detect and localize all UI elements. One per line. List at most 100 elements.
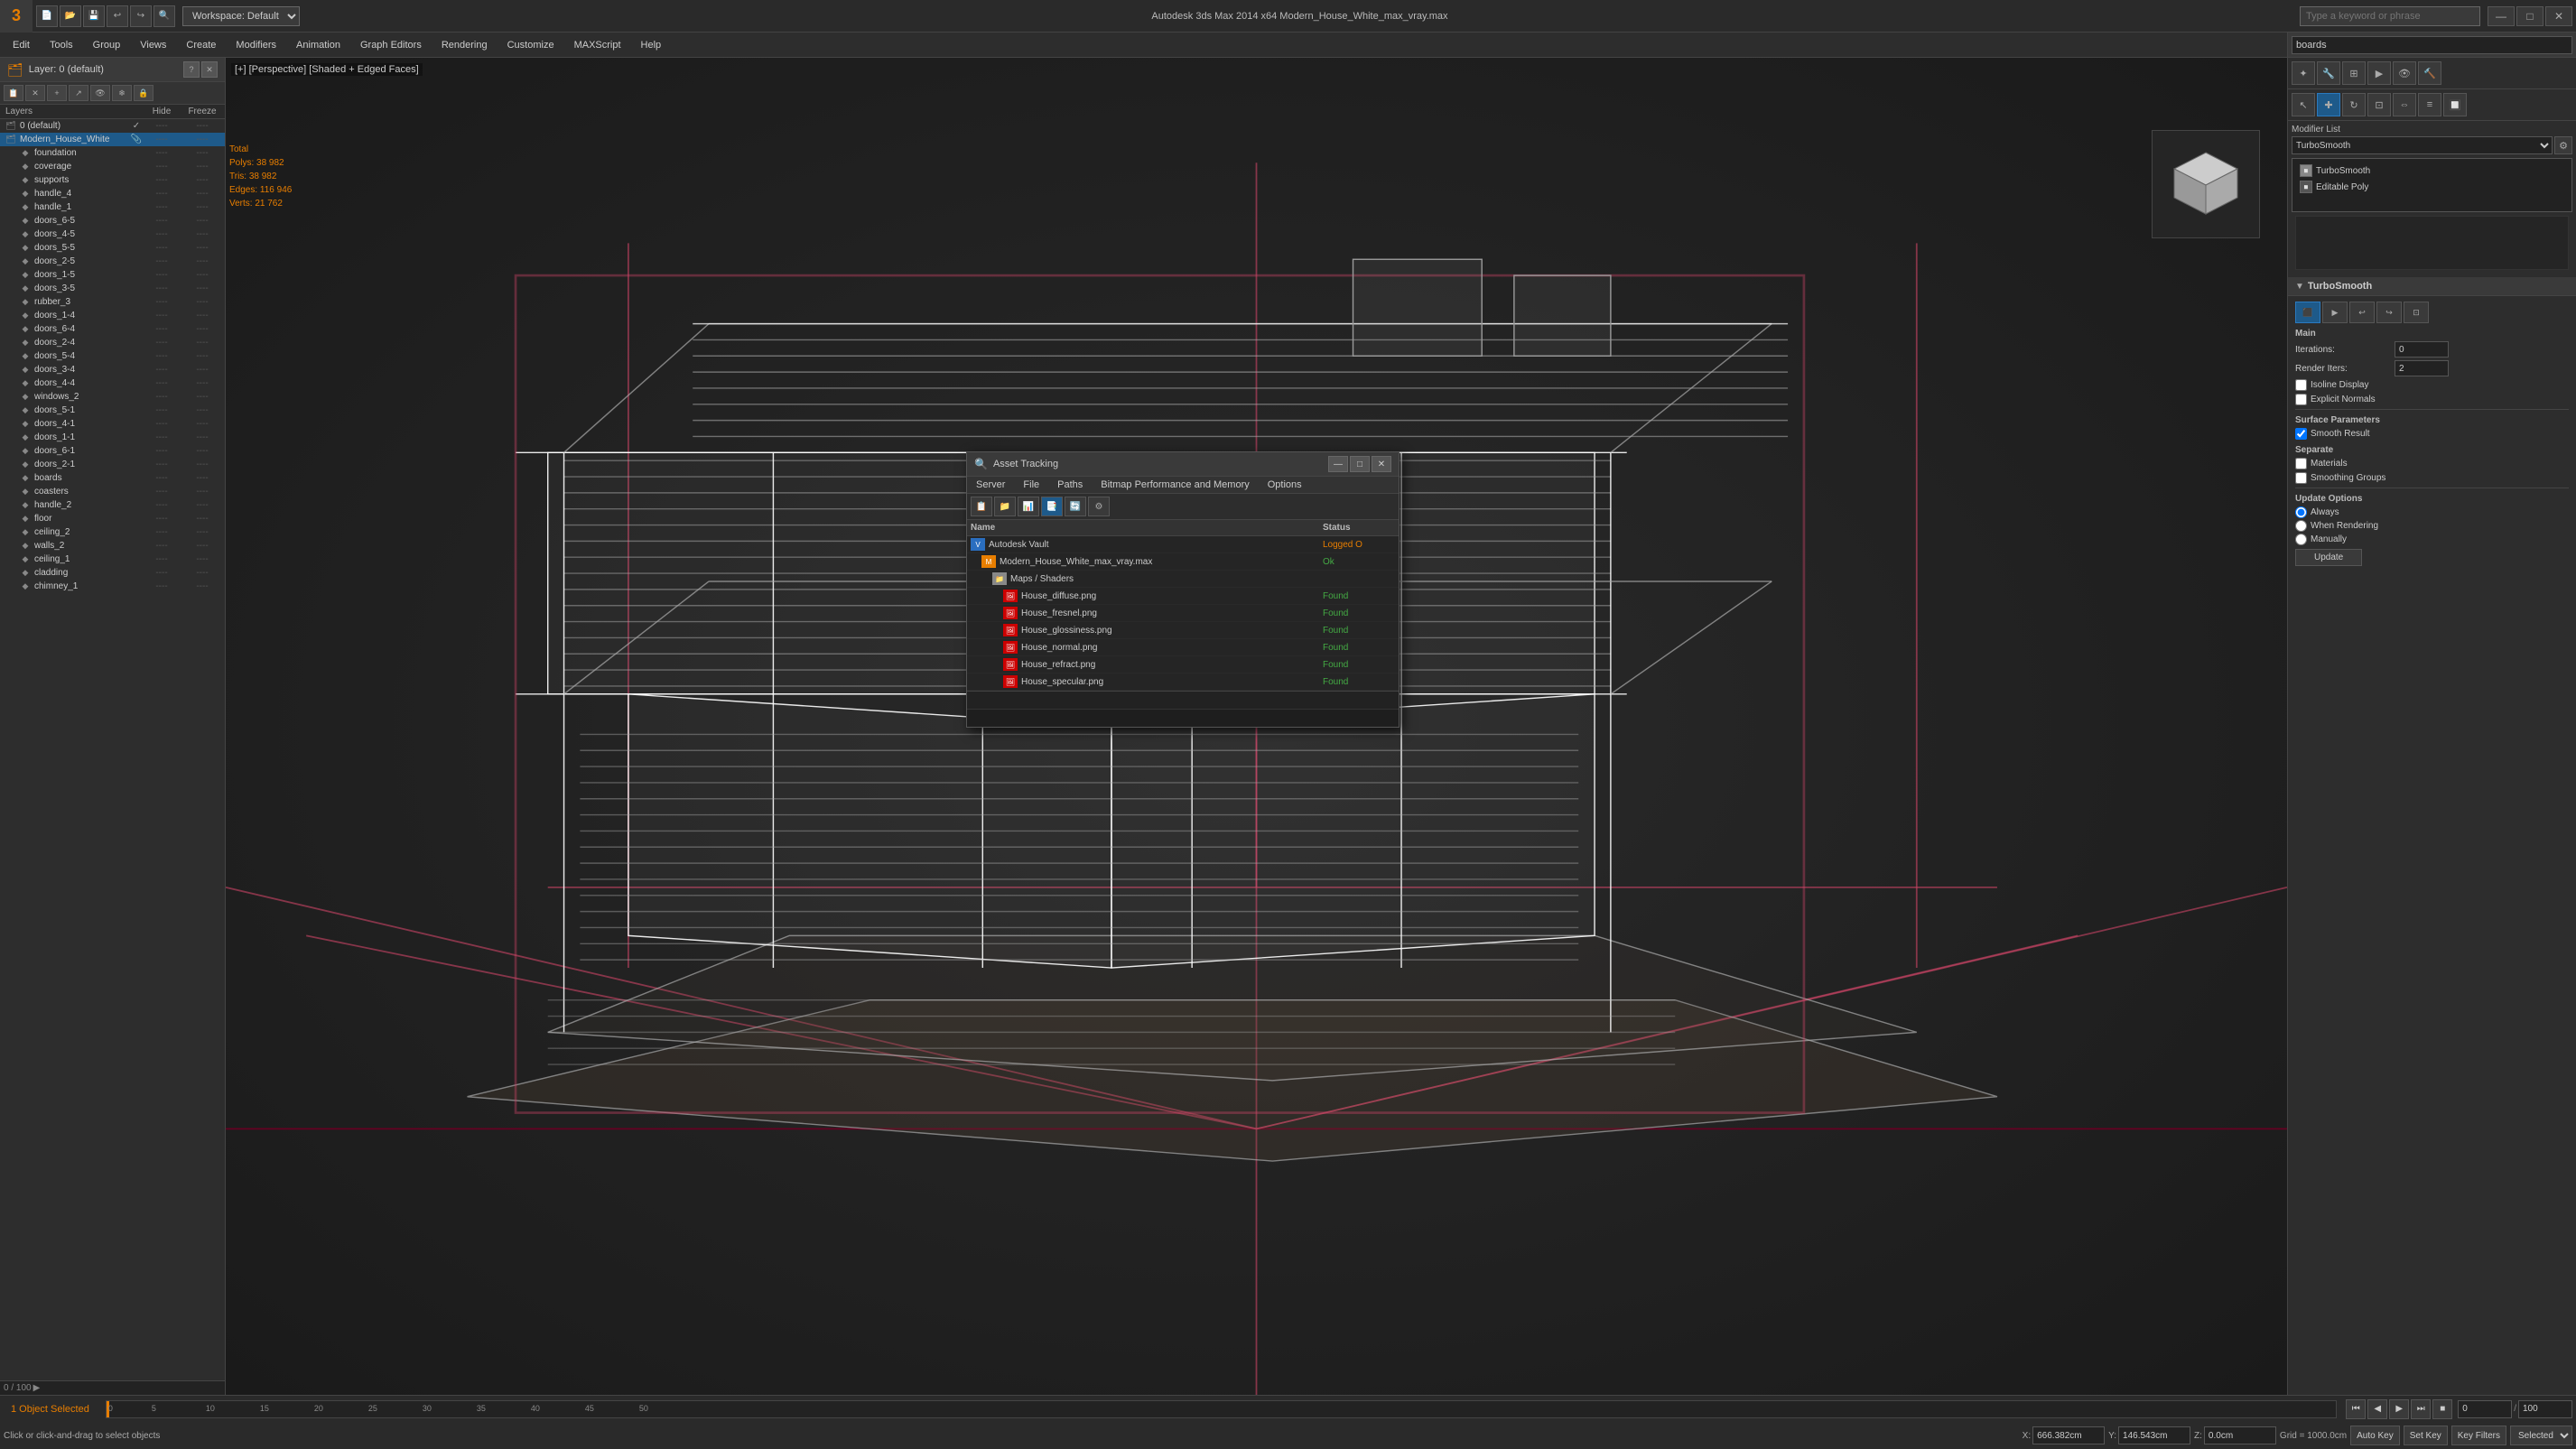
timeline[interactable]: 0 5 10 15 20 25 30 35 40 45 50	[106, 1400, 2337, 1418]
time-end-input[interactable]	[2518, 1400, 2572, 1418]
modifier-dropdown[interactable]: TurboSmooth	[2292, 136, 2553, 154]
delete-layer-btn[interactable]: ✕	[25, 85, 45, 101]
menu-create[interactable]: Create	[177, 37, 225, 53]
layers-scrollbar[interactable]: 0 / 100 ▶	[0, 1380, 225, 1395]
modifier-item-epoly[interactable]: ◽ Editable Poly	[2296, 179, 2568, 195]
layer-item[interactable]: ◆ doors_4-5 ---- ----	[0, 228, 225, 241]
asset-minimize-btn[interactable]: —	[1328, 456, 1348, 472]
layer-item[interactable]: ◆ floor ---- ----	[0, 512, 225, 525]
asset-menu-server[interactable]: Server	[967, 477, 1014, 493]
x-input[interactable]	[2032, 1426, 2105, 1444]
when-rendering-radio[interactable]	[2295, 520, 2307, 532]
update-btn[interactable]: Update	[2295, 549, 2362, 566]
layer-item[interactable]: ◆ ceiling_1 ---- ----	[0, 553, 225, 566]
menu-modifiers[interactable]: Modifiers	[227, 37, 285, 53]
viewport-cube-gizmo[interactable]	[2152, 130, 2260, 238]
asset-menu-bitmap[interactable]: Bitmap Performance and Memory	[1092, 477, 1258, 493]
smooth-result-checkbox[interactable]	[2295, 428, 2307, 440]
asset-row[interactable]: 🖼 House_fresnel.png Found	[967, 605, 1399, 622]
modify-panel-btn[interactable]: 🔧	[2317, 61, 2340, 85]
layer-item[interactable]: ◆ doors_2-1 ---- ----	[0, 458, 225, 471]
layer-item[interactable]: ◆ doors_4-4 ---- ----	[0, 376, 225, 390]
layer-item[interactable]: ◆ ceiling_2 ---- ----	[0, 525, 225, 539]
asset-menu-file[interactable]: File	[1014, 477, 1048, 493]
turbsmooth-btn1[interactable]: ⬛	[2295, 302, 2320, 323]
render-iters-input[interactable]	[2395, 360, 2449, 376]
turbsmooth-expand-arrow[interactable]: ▼	[2295, 282, 2304, 292]
layer-item[interactable]: ◆ doors_3-4 ---- ----	[0, 363, 225, 376]
asset-settings-btn[interactable]: ⚙	[1088, 497, 1110, 516]
display-btn[interactable]: 👁	[2393, 61, 2416, 85]
layer-item[interactable]: ◆ supports ---- ----	[0, 173, 225, 187]
add-to-layer-btn[interactable]: +	[47, 85, 67, 101]
layer-item[interactable]: ◆ doors_1-1 ---- ----	[0, 431, 225, 444]
modifier-settings-btn[interactable]: ⚙	[2554, 136, 2572, 154]
layer-item[interactable]: ◆ chimney_1 ---- ----	[0, 580, 225, 593]
menu-group[interactable]: Group	[84, 37, 130, 53]
play-btn[interactable]: ▶	[2389, 1399, 2409, 1419]
asset-menu-paths[interactable]: Paths	[1048, 477, 1092, 493]
layer-item[interactable]: ◆ doors_6-5 ---- ----	[0, 214, 225, 228]
set-key-btn[interactable]: Set Key	[2404, 1426, 2448, 1445]
play-prev-btn[interactable]: ◀	[2367, 1399, 2387, 1419]
layer-item[interactable]: ◆ cladding ---- ----	[0, 566, 225, 580]
asset-row[interactable]: M Modern_House_White_max_vray.max Ok	[967, 553, 1399, 571]
explicit-normals-checkbox[interactable]	[2295, 394, 2307, 405]
menu-customize[interactable]: Customize	[498, 37, 563, 53]
layer-item[interactable]: ◆ boards ---- ----	[0, 471, 225, 485]
layer-item[interactable]: ◆ doors_2-5 ---- ----	[0, 255, 225, 268]
asset-row[interactable]: 🖼 House_diffuse.png Found	[967, 588, 1399, 605]
snap-btn[interactable]: 🔲	[2443, 93, 2467, 116]
layer-item[interactable]: ◆ doors_5-1 ---- ----	[0, 404, 225, 417]
layer-item[interactable]: ◆ foundation ---- ----	[0, 146, 225, 160]
hide-layer-btn[interactable]: 👁	[90, 85, 110, 101]
menu-graph-editors[interactable]: Graph Editors	[351, 37, 431, 53]
layer-item[interactable]: ◆ doors_3-5 ---- ----	[0, 282, 225, 295]
asset-refresh-btn[interactable]: 🔄	[1065, 497, 1086, 516]
asset-row[interactable]: 🖼 House_specular.png Found	[967, 673, 1399, 691]
asset-restore-btn[interactable]: □	[1350, 456, 1370, 472]
maximize-btn[interactable]: □	[2516, 6, 2543, 26]
asset-tool-3[interactable]: 📊	[1018, 497, 1039, 516]
undo-btn[interactable]: ↩	[107, 5, 128, 27]
asset-row[interactable]: V Autodesk Vault Logged O	[967, 536, 1399, 553]
select-from-layer-btn[interactable]: ↗	[69, 85, 88, 101]
new-btn[interactable]: 📄	[36, 5, 58, 27]
layer-item[interactable]: ◆ handle_4 ---- ----	[0, 187, 225, 200]
turbsmooth-btn2[interactable]: ▶	[2322, 302, 2348, 323]
menu-views[interactable]: Views	[131, 37, 175, 53]
open-btn[interactable]: 📂	[60, 5, 81, 27]
turbsmooth-btn4[interactable]: ↪	[2376, 302, 2402, 323]
asset-close-btn[interactable]: ✕	[1372, 456, 1391, 472]
redo-btn[interactable]: ↪	[130, 5, 152, 27]
hierarchy-btn[interactable]: ⊞	[2342, 61, 2366, 85]
layer-item[interactable]: ◆ handle_1 ---- ----	[0, 200, 225, 214]
manually-radio[interactable]	[2295, 534, 2307, 545]
layer-item[interactable]: ◆ coverage ---- ----	[0, 160, 225, 173]
new-layer-btn[interactable]: 📋	[4, 85, 23, 101]
layer-item[interactable]: ◆ coasters ---- ----	[0, 485, 225, 498]
selected-dropdown[interactable]: Selected	[2510, 1426, 2572, 1445]
minimize-btn[interactable]: —	[2488, 6, 2515, 26]
layer-item-selected[interactable]: 🗂 Modern_House_White 📎 ---- ----	[0, 133, 225, 146]
save-btn[interactable]: 💾	[83, 5, 105, 27]
menu-edit[interactable]: Edit	[4, 37, 39, 53]
menu-animation[interactable]: Animation	[287, 37, 349, 53]
asset-menu-options[interactable]: Options	[1259, 477, 1311, 493]
asset-row[interactable]: 🖼 House_normal.png Found	[967, 639, 1399, 656]
layer-item[interactable]: ◆ doors_6-4 ---- ----	[0, 322, 225, 336]
help-btn[interactable]: ?	[183, 61, 200, 78]
asset-row[interactable]: 📁 Maps / Shaders	[967, 571, 1399, 588]
create-panel-btn[interactable]: ✦	[2292, 61, 2315, 85]
layer-item[interactable]: ◆ doors_1-4 ---- ----	[0, 309, 225, 322]
align-btn[interactable]: ≡	[2418, 93, 2441, 116]
scroll-right-arrow[interactable]: ▶	[33, 1383, 41, 1393]
key-filters-btn[interactable]: Key Filters	[2451, 1426, 2506, 1445]
layer-item[interactable]: 🗂 0 (default) ✓ ---- ----	[0, 119, 225, 133]
lock-layer-btn[interactable]: 🔒	[134, 85, 153, 101]
asset-tool-2[interactable]: 📁	[994, 497, 1016, 516]
freeze-layer-btn[interactable]: ❄	[112, 85, 132, 101]
motion-btn[interactable]: ▶	[2367, 61, 2391, 85]
close-layers-btn[interactable]: ✕	[201, 61, 218, 78]
layer-item[interactable]: ◆ doors_1-5 ---- ----	[0, 268, 225, 282]
